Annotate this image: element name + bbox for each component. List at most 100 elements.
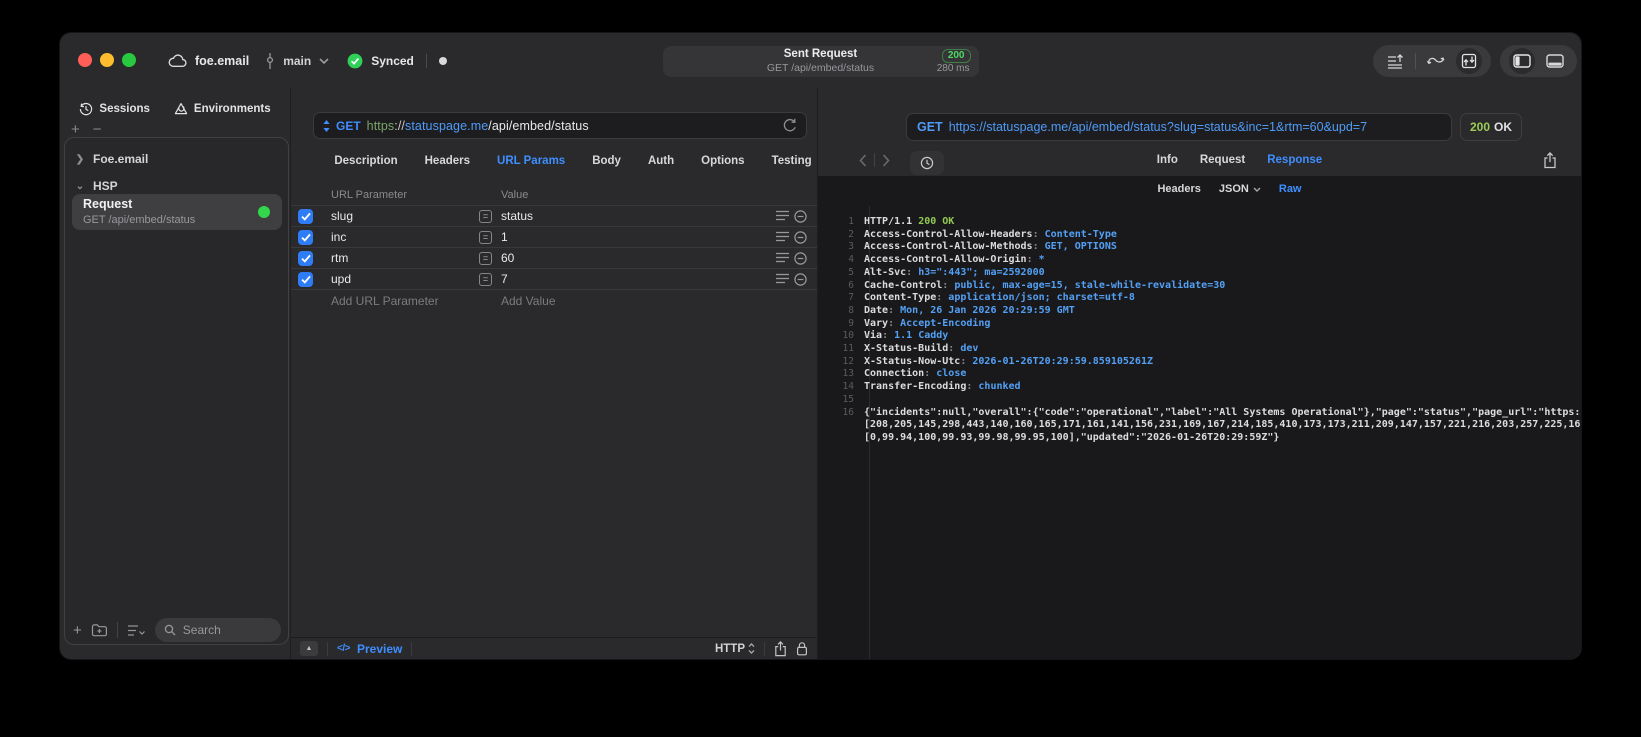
equals-icon: =	[479, 252, 492, 265]
toolbar-group-layout	[1500, 45, 1577, 77]
equals-icon: =	[479, 231, 492, 244]
tab-response[interactable]: Response	[1267, 154, 1322, 166]
protocol-selector[interactable]: HTTP	[715, 643, 755, 655]
param-row: rtm = 60	[291, 248, 817, 269]
divider	[116, 622, 118, 638]
session-dot-icon[interactable]	[438, 56, 447, 65]
refresh-icon[interactable]	[783, 118, 797, 133]
tab-options[interactable]: Options	[701, 155, 744, 167]
add-param-row[interactable]: Add URL Parameter Add Value	[291, 290, 817, 311]
remove-session-icon[interactable]: −	[93, 121, 102, 138]
code-icon: </>	[337, 643, 350, 654]
tab-body[interactable]: Body	[592, 155, 621, 167]
param-value-field[interactable]: 1	[501, 230, 508, 244]
chevron-down-icon[interactable]	[319, 57, 329, 64]
tab-headers[interactable]: Headers	[425, 155, 470, 167]
chevron-down-icon[interactable]: ⌄	[75, 181, 85, 192]
environments-label: Environments	[193, 103, 271, 115]
protocol-label: HTTP	[714, 642, 745, 655]
param-value-field[interactable]: status	[501, 209, 533, 223]
titlebar: foe.email main Synced Sent Request GET /…	[60, 33, 1581, 88]
add-request-icon[interactable]: +	[73, 622, 82, 639]
tab-url-params[interactable]: URL Params	[497, 155, 565, 167]
param-value-field[interactable]: 7	[501, 272, 508, 286]
remove-param-icon[interactable]	[794, 252, 807, 265]
response-status-box: 200 OK	[1460, 113, 1522, 141]
sort-options-icon[interactable]	[127, 624, 146, 637]
tab-environments[interactable]: Environments	[174, 102, 271, 116]
subtab-raw[interactable]: Raw	[1279, 183, 1302, 195]
response-code[interactable]: 1 HTTP/1.1 200 OK 2 Access-Control-Allow-He…	[818, 216, 1581, 445]
response-viewer: GET https://statuspage.me/api/embed/stat…	[818, 88, 1581, 659]
param-row: upd = 7	[291, 269, 817, 290]
branch-name[interactable]: main	[283, 54, 311, 68]
tab-request[interactable]: Request	[1200, 154, 1245, 166]
param-value-field[interactable]: 60	[501, 251, 514, 265]
request-method[interactable]: GET	[336, 119, 361, 133]
add-param-name-placeholder[interactable]: Add URL Parameter	[331, 294, 439, 308]
new-folder-icon[interactable]	[91, 623, 108, 637]
row-options-icon[interactable]	[776, 231, 789, 242]
param-name-field[interactable]: inc	[331, 230, 346, 244]
chevron-right-icon[interactable]: ❯	[75, 154, 85, 165]
lock-icon[interactable]	[796, 641, 808, 656]
sessions-panel: ❯ Foe.email ⌄ HSP Request GET /api/embed…	[64, 137, 289, 645]
method-stepper-icon[interactable]	[323, 119, 330, 132]
response-subtabs: Headers JSON Raw	[818, 183, 1581, 195]
request-editor: GET https://statuspage.me/api/embed/stat…	[290, 88, 818, 659]
share-icon[interactable]	[774, 640, 787, 657]
minimize-window-button[interactable]	[100, 53, 114, 67]
param-row: slug = status	[291, 206, 817, 227]
search-input[interactable]	[180, 622, 271, 638]
app-window: foe.email main Synced Sent Request GET /…	[60, 33, 1581, 659]
subtab-json[interactable]: JSON	[1219, 183, 1261, 195]
expand-panel-icon[interactable]: ▲	[300, 641, 318, 656]
response-body-pane: Headers JSON Raw 1 HTTP/1.1 200 OK 2 Access…	[818, 176, 1581, 659]
tab-info[interactable]: Info	[1157, 154, 1178, 166]
sync-loop-icon[interactable]	[1423, 48, 1449, 74]
search-field[interactable]	[154, 618, 281, 642]
request-summary-path: GET /api/embed/status	[766, 62, 875, 74]
preview-button[interactable]: Preview	[357, 642, 402, 656]
import-export-icon[interactable]	[1456, 48, 1482, 74]
request-url[interactable]: https://statuspage.me/api/embed/status	[367, 119, 589, 133]
sent-request-summary[interactable]: Sent Request GET /api/embed/status 200 2…	[662, 46, 979, 77]
param-checkbox[interactable]	[298, 230, 313, 245]
param-checkbox[interactable]	[298, 272, 313, 287]
sidebar: Sessions Environments + − ❯ Foe.email ⌄ …	[60, 88, 290, 659]
project-name[interactable]: foe.email	[195, 54, 249, 68]
layout-sidebar-icon[interactable]	[1509, 48, 1535, 74]
search-icon	[164, 624, 176, 636]
zoom-window-button[interactable]	[122, 53, 136, 67]
add-session-icon[interactable]: +	[71, 121, 80, 138]
history-clock-icon	[79, 102, 93, 116]
url-separator: ://	[394, 118, 405, 133]
tab-sessions[interactable]: Sessions	[79, 102, 150, 116]
add-param-value-placeholder[interactable]: Add Value	[501, 294, 556, 308]
row-options-icon[interactable]	[776, 273, 789, 284]
request-url-bar[interactable]: GET https://statuspage.me/api/embed/stat…	[313, 112, 807, 139]
sidebar-group-hsp[interactable]: ⌄ HSP	[75, 177, 278, 195]
param-name-field[interactable]: slug	[331, 209, 353, 223]
tab-testing[interactable]: Testing	[772, 155, 812, 167]
export-lines-icon[interactable]	[1382, 48, 1408, 74]
param-checkbox[interactable]	[298, 209, 313, 224]
tab-description[interactable]: Description	[334, 155, 397, 167]
remove-param-icon[interactable]	[794, 231, 807, 244]
subtab-headers[interactable]: Headers	[1157, 183, 1200, 195]
param-name-field[interactable]: rtm	[331, 251, 348, 265]
sidebar-item-request[interactable]: Request GET /api/embed/status	[72, 194, 282, 230]
tab-auth[interactable]: Auth	[648, 155, 674, 167]
row-options-icon[interactable]	[776, 252, 789, 263]
remove-param-icon[interactable]	[794, 273, 807, 286]
close-window-button[interactable]	[78, 53, 92, 67]
param-checkbox[interactable]	[298, 251, 313, 266]
environments-icon	[174, 102, 188, 116]
layout-bottom-panel-icon[interactable]	[1542, 48, 1568, 74]
branch-icon	[265, 52, 275, 69]
export-response-icon[interactable]	[1543, 152, 1557, 169]
param-name-field[interactable]: upd	[331, 272, 351, 286]
sidebar-group-foe-email[interactable]: ❯ Foe.email	[75, 150, 278, 168]
row-options-icon[interactable]	[776, 210, 789, 221]
remove-param-icon[interactable]	[794, 210, 807, 223]
